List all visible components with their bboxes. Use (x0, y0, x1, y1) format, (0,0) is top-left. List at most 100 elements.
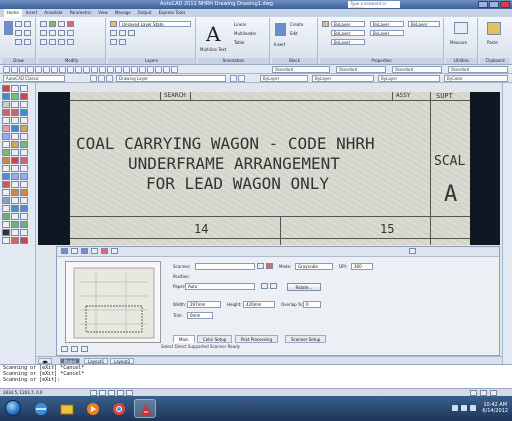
multiline-text-icon[interactable]: A (206, 22, 220, 46)
layer-freeze-icon[interactable] (119, 30, 126, 36)
clock[interactable]: 10:42 AM 6/14/2012 (482, 402, 508, 414)
height-input[interactable]: 420mm (243, 301, 275, 308)
construction-line-icon[interactable] (2, 93, 10, 100)
calculator-icon[interactable] (163, 66, 170, 73)
warning-icon[interactable] (101, 248, 108, 254)
match-properties-icon[interactable] (322, 21, 329, 27)
layer-match-icon[interactable] (119, 39, 126, 45)
measure-icon[interactable] (454, 22, 468, 34)
snap-endpoint-icon[interactable] (20, 85, 28, 92)
snap-node-icon[interactable] (20, 149, 28, 156)
rotate-tool-icon[interactable] (11, 133, 19, 140)
erase-tool-icon[interactable] (11, 85, 19, 92)
explode-tool-icon[interactable] (11, 205, 19, 212)
volume-icon[interactable] (461, 405, 468, 411)
preview-scan-icon[interactable] (71, 248, 78, 254)
rotate-icon[interactable] (49, 21, 56, 27)
linetype-combo[interactable]: ByLayer (331, 30, 365, 36)
table-button[interactable]: Table (234, 40, 244, 45)
arc-tool-icon[interactable] (2, 125, 10, 132)
sheet-set-icon[interactable] (147, 66, 154, 73)
tab-output[interactable]: Output (135, 9, 155, 17)
tab-main[interactable]: Main (173, 335, 195, 343)
zoom-icon[interactable] (99, 66, 106, 73)
width-input[interactable]: 297mm (187, 301, 221, 308)
color-control-combo[interactable]: ByLayer (260, 75, 308, 82)
ie-icon[interactable] (30, 399, 52, 418)
trim-input[interactable]: 0mm (187, 312, 213, 319)
dim-diameter-icon[interactable] (20, 213, 28, 220)
paper-select[interactable]: Auto (185, 283, 255, 290)
color-combo[interactable]: ByLayer (331, 21, 365, 27)
lineweight-combo[interactable]: ByLayer (331, 39, 365, 45)
snap-perpendicular-icon[interactable] (20, 133, 28, 140)
copy-clip-icon[interactable] (51, 66, 58, 73)
dim-aligned-icon[interactable] (20, 197, 28, 204)
tab-annotate[interactable]: Annotate (41, 9, 65, 17)
snap-settings-icon[interactable] (20, 181, 28, 188)
dpi-select[interactable]: 300 (351, 263, 373, 270)
snap-midpoint-icon[interactable] (20, 93, 28, 100)
line-icon[interactable] (4, 21, 13, 35)
layer-manager-icon[interactable] (90, 75, 97, 82)
scanner-dropdown-icon[interactable] (257, 263, 264, 269)
gradient-icon[interactable] (2, 205, 10, 212)
save-icon[interactable] (19, 66, 26, 73)
arc-icon[interactable] (15, 30, 22, 36)
preview-icon[interactable] (35, 66, 42, 73)
snap-parallel-icon[interactable] (20, 141, 28, 148)
flag-icon[interactable] (470, 405, 477, 411)
snap-tangent-icon[interactable] (20, 125, 28, 132)
scale-tool-icon[interactable] (11, 141, 19, 148)
settings-icon[interactable] (111, 248, 118, 254)
insert-block-tool-icon[interactable] (2, 173, 10, 180)
fillet-icon[interactable] (58, 30, 65, 36)
cut-icon[interactable] (43, 66, 50, 73)
line-tool-icon[interactable] (2, 85, 10, 92)
dim-baseline-icon[interactable] (20, 229, 28, 236)
paste-icon[interactable] (487, 22, 501, 35)
hatch-icon[interactable] (15, 39, 22, 45)
revision-cloud-icon[interactable] (2, 141, 10, 148)
array-tool-icon[interactable] (11, 117, 19, 124)
plot-style-control-combo[interactable]: ByColor (444, 75, 508, 82)
fillet-tool-icon[interactable] (11, 197, 19, 204)
snap-quadrant-icon[interactable] (20, 117, 28, 124)
layer-state-combo[interactable]: Unsaved Layer State (119, 21, 191, 27)
divide-icon[interactable] (11, 229, 19, 236)
chrome-icon[interactable] (108, 399, 130, 418)
redo-icon[interactable] (83, 66, 90, 73)
layer-on-icon[interactable] (110, 30, 117, 36)
make-block-icon[interactable] (2, 181, 10, 188)
stop-icon[interactable] (91, 248, 98, 254)
fit-preview-icon[interactable] (71, 346, 78, 352)
layer-properties-icon[interactable] (110, 21, 117, 27)
align-icon[interactable] (11, 221, 19, 228)
start-button-icon[interactable] (5, 400, 21, 416)
create-block-button[interactable]: Create (290, 22, 303, 27)
snap-intersection-icon[interactable] (20, 101, 28, 108)
paper-swap-icon[interactable] (261, 283, 268, 289)
polygon-icon[interactable] (2, 109, 10, 116)
list-combo[interactable]: ByLayer (408, 21, 440, 27)
tab-express-tools[interactable]: Express Tools (156, 9, 189, 17)
maximize-icon[interactable] (489, 1, 499, 8)
zoom-preview-icon[interactable] (61, 346, 68, 352)
explode-icon[interactable] (67, 30, 74, 36)
ellipse-arc-icon[interactable] (2, 165, 10, 172)
table-style-combo[interactable]: Standard (392, 66, 442, 73)
close-icon[interactable] (500, 1, 510, 8)
move-tool-icon[interactable] (11, 125, 19, 132)
snap-insertion-icon[interactable] (20, 157, 28, 164)
markup-icon[interactable] (155, 66, 162, 73)
help-search-input[interactable]: Type a keyword or phrase (348, 1, 400, 11)
edit-block-button[interactable]: Edit (290, 31, 298, 36)
tab-manage[interactable]: Manage (112, 9, 134, 17)
snap-center-icon[interactable] (20, 109, 28, 116)
layer-sun-icon[interactable] (106, 75, 113, 82)
mirror-tool-icon[interactable] (11, 101, 19, 108)
snap-nearest-icon[interactable] (20, 165, 28, 172)
help-icon[interactable] (171, 66, 178, 73)
open-icon[interactable] (11, 66, 18, 73)
trim-icon[interactable] (58, 21, 65, 27)
